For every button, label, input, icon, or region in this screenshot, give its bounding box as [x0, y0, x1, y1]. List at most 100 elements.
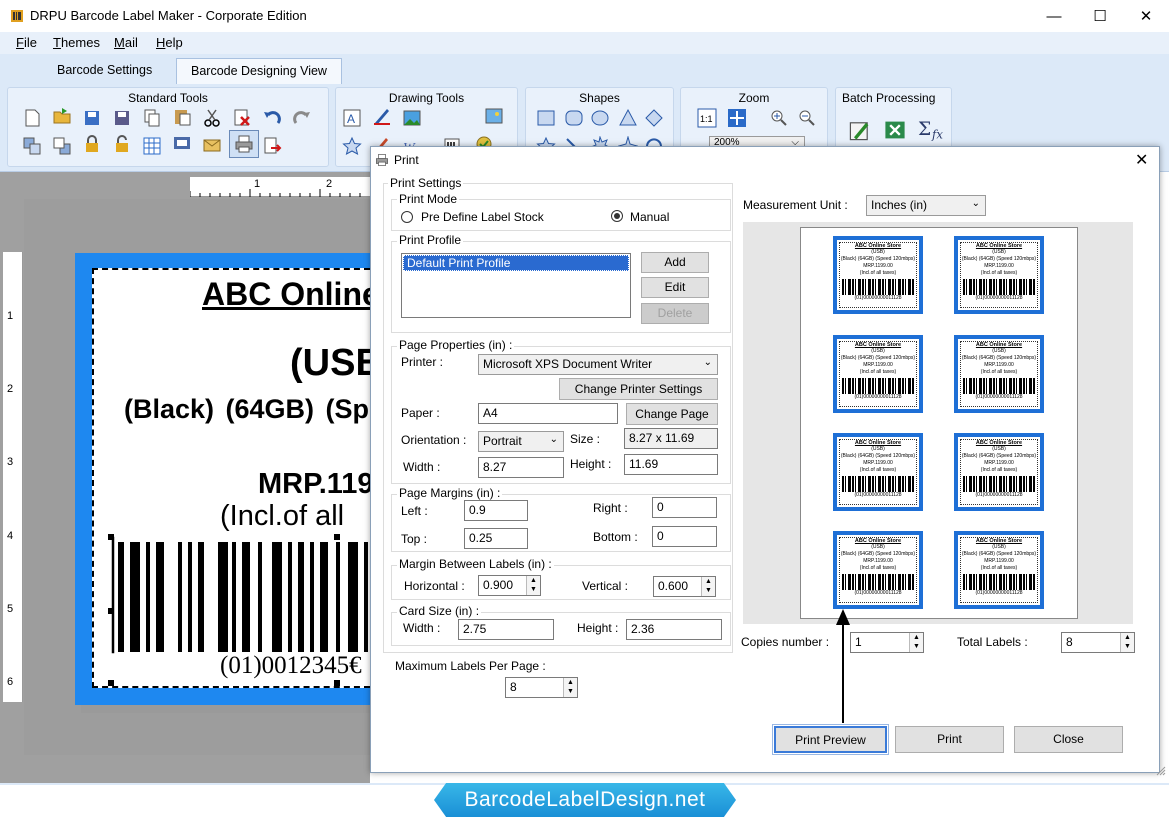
selection-handle[interactable] [334, 680, 340, 686]
paper-label: Paper : [401, 406, 440, 420]
new-icon[interactable] [22, 108, 42, 128]
menu-themes[interactable]: Themes [53, 35, 100, 50]
label-barcode-text[interactable]: (01)0012345€ [220, 652, 362, 680]
copy-icon[interactable] [142, 108, 162, 128]
undo-icon[interactable] [262, 108, 282, 128]
resize-grip-icon[interactable] [1156, 766, 1166, 776]
fit-to-window-icon[interactable] [727, 108, 747, 128]
paper-field[interactable]: A4 [478, 403, 618, 424]
label-store-name[interactable]: ABC Online [202, 276, 370, 313]
save-as-icon[interactable] [112, 108, 132, 128]
paste-icon[interactable] [172, 106, 192, 126]
height-field[interactable]: 11.69 [624, 454, 718, 475]
rounded-rectangle-shape-icon[interactable] [564, 108, 584, 128]
ellipse-shape-icon[interactable] [590, 108, 610, 128]
stepper-arrows[interactable]: ▲ ▼ [701, 577, 715, 596]
print-settings-icon[interactable] [172, 134, 192, 154]
print-profile-list[interactable]: Default Print Profile [401, 253, 631, 318]
max-labels-stepper[interactable]: 8 ▲ ▼ [505, 677, 578, 698]
change-printer-button[interactable]: Change Printer Settings [559, 378, 718, 400]
export-icon[interactable] [262, 136, 282, 156]
printer-select[interactable]: Microsoft XPS Document Writer ⌄ [478, 354, 718, 375]
formula-icon[interactable]: Σfx [918, 116, 946, 142]
excel-import-icon[interactable] [882, 118, 908, 142]
vertical-ruler: 1 2 3 4 5 6 [3, 252, 23, 702]
delete-icon[interactable] [232, 108, 252, 128]
stepper-arrows[interactable]: ▲ ▼ [909, 633, 923, 652]
send-back-icon[interactable] [52, 136, 72, 156]
grid-icon[interactable] [142, 136, 162, 156]
close-window-button[interactable]: ✕ [1123, 0, 1169, 32]
text-tool-icon[interactable]: A [342, 108, 362, 128]
page-margins-title: Page Margins (in) : [397, 486, 503, 500]
label-specs-text[interactable]: (Black) (64GB) (Sp [124, 394, 369, 425]
profile-list-item[interactable]: Default Print Profile [403, 255, 629, 271]
selection-handle[interactable] [108, 534, 114, 540]
label-barcode[interactable] [108, 536, 370, 654]
maximize-button[interactable]: ☐ [1077, 0, 1123, 32]
label-canvas[interactable]: ABC Online (USB (Black) (64GB) (Sp MRP.1… [92, 268, 370, 688]
lock-icon[interactable] [82, 134, 102, 154]
diamond-shape-icon[interactable] [644, 108, 664, 128]
actual-size-icon[interactable]: 1:1 [697, 108, 717, 128]
copies-stepper[interactable]: 1 ▲ ▼ [850, 632, 924, 653]
measurement-unit-select[interactable]: Inches (in) ⌄ [866, 195, 986, 216]
label-mrp-text[interactable]: MRP.119 [258, 468, 370, 501]
tab-barcode-designing-view[interactable]: Barcode Designing View [176, 58, 342, 84]
stepper-arrows[interactable]: ▲ ▼ [1120, 633, 1134, 652]
open-icon[interactable] [52, 106, 72, 126]
batch-edit-icon[interactable] [848, 118, 872, 142]
mail-icon[interactable] [202, 134, 222, 154]
bottom-margin-field[interactable]: 0 [652, 526, 717, 547]
menu-help[interactable]: Help [156, 35, 183, 50]
picture-tool-icon[interactable] [402, 108, 422, 128]
radio-predefine[interactable] [401, 211, 413, 223]
image-library-icon[interactable] [484, 106, 504, 126]
zoom-in-icon[interactable] [769, 108, 789, 128]
card-width-field[interactable]: 2.75 [458, 619, 554, 640]
cut-icon[interactable] [202, 108, 222, 128]
label-incl-text[interactable]: (Incl.of all [220, 500, 344, 533]
width-field[interactable]: 8.27 [478, 457, 564, 478]
close-dialog-button[interactable]: ✕ [1135, 150, 1148, 170]
star-tool-icon[interactable] [342, 136, 362, 156]
triangle-shape-icon[interactable] [618, 108, 638, 128]
orientation-select[interactable]: Portrait ⌄ [478, 431, 564, 452]
left-margin-field[interactable]: 0.9 [464, 500, 528, 521]
vertical-margin-stepper[interactable]: 0.600 ▲ ▼ [653, 576, 716, 597]
print-button[interactable]: Print [895, 726, 1004, 753]
pointer-arrow-icon [836, 609, 850, 723]
print-icon[interactable] [234, 134, 254, 154]
unlock-icon[interactable] [112, 134, 132, 154]
selection-handle[interactable] [108, 608, 114, 614]
rectangle-shape-icon[interactable] [536, 108, 556, 128]
menu-mail[interactable]: Mail [114, 35, 138, 50]
menu-file[interactable]: File [16, 35, 37, 50]
redo-icon[interactable] [292, 108, 312, 128]
radio-manual[interactable] [611, 210, 623, 222]
tab-barcode-settings[interactable]: Barcode Settings [43, 58, 166, 84]
delete-profile-button[interactable]: Delete [641, 303, 709, 324]
bring-front-icon[interactable] [22, 136, 42, 156]
minimize-button[interactable]: — [1031, 0, 1077, 32]
edit-profile-button[interactable]: Edit [641, 277, 709, 298]
stepper-arrows[interactable]: ▲ ▼ [563, 678, 577, 697]
vruler-tick: 3 [7, 456, 14, 468]
add-profile-button[interactable]: Add [641, 252, 709, 273]
preview-label: ABC Online Store (USB) (Black) (64GB) (Spe… [833, 531, 923, 609]
horizontal-margin-stepper[interactable]: 0.900 ▲ ▼ [478, 575, 541, 596]
stepper-arrows[interactable]: ▲ ▼ [526, 576, 540, 595]
top-margin-field[interactable]: 0.25 [464, 528, 528, 549]
pen-tool-icon[interactable] [372, 106, 392, 126]
zoom-out-icon[interactable] [797, 108, 817, 128]
total-labels-stepper[interactable]: 8 ▲ ▼ [1061, 632, 1135, 653]
label-usb-text[interactable]: (USB [290, 342, 370, 385]
close-button[interactable]: Close [1014, 726, 1123, 753]
selection-handle[interactable] [334, 534, 340, 540]
selection-handle[interactable] [108, 680, 114, 686]
card-height-field[interactable]: 2.36 [626, 619, 722, 640]
right-margin-field[interactable]: 0 [652, 497, 717, 518]
print-preview-button[interactable]: Print Preview [772, 724, 889, 755]
change-page-button[interactable]: Change Page [626, 403, 718, 425]
save-icon[interactable] [82, 108, 102, 128]
